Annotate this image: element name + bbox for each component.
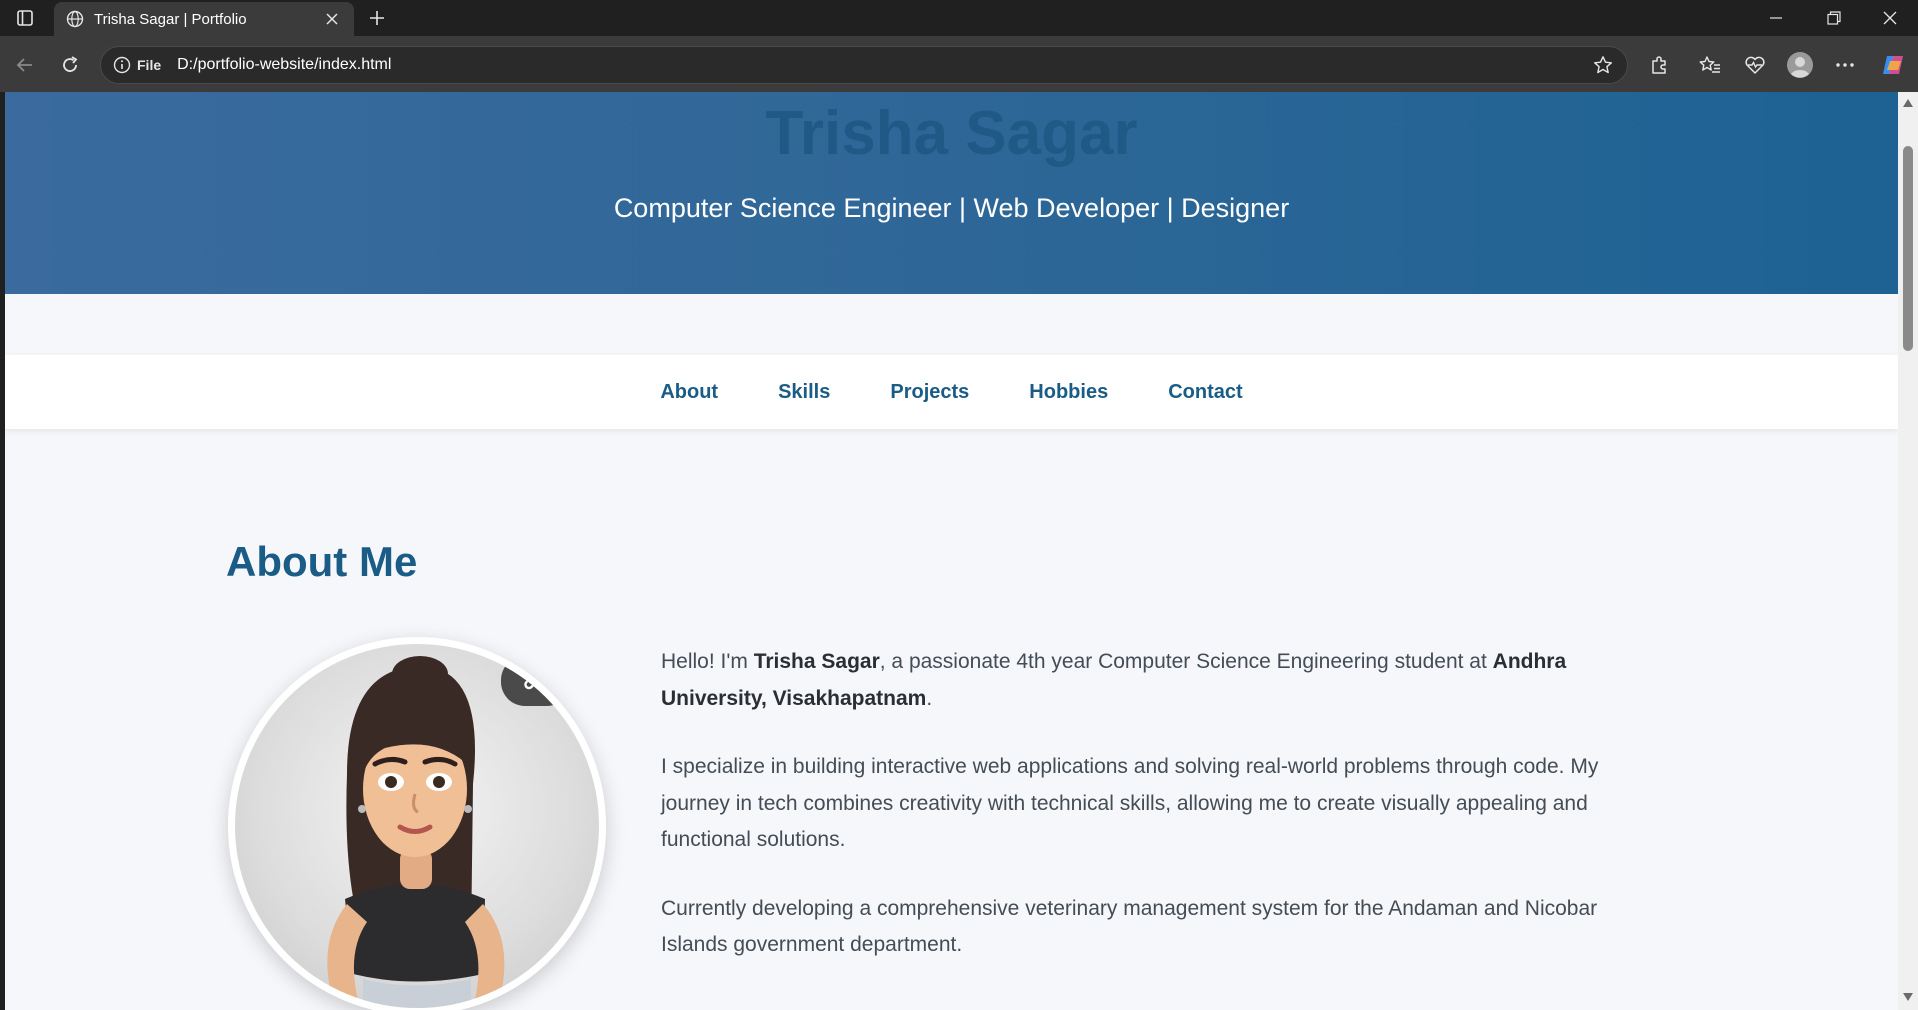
info-icon: [113, 56, 131, 74]
favorites-icon: [1699, 56, 1720, 73]
minimize-icon: [1770, 17, 1782, 19]
add-favorite-button[interactable]: [1591, 53, 1615, 77]
extensions-icon: [1652, 56, 1666, 74]
link-icon: [524, 668, 546, 690]
scroll-up-button[interactable]: [1903, 98, 1913, 108]
chevron-down-icon: [1903, 993, 1913, 1001]
extensions-button[interactable]: [1644, 50, 1674, 80]
intro-text: .: [926, 686, 933, 710]
scroll-thumb[interactable]: [1903, 146, 1913, 351]
site-title: Trisha Sagar: [765, 99, 1138, 168]
reload-icon: [63, 56, 78, 72]
intro-name: Trisha Sagar: [753, 650, 880, 673]
back-icon: [16, 58, 32, 72]
tab-bar: Trisha Sagar | Portfolio: [0, 0, 1918, 36]
profile-button[interactable]: [1785, 50, 1815, 80]
health-icon: [1745, 56, 1765, 74]
copilot-icon: [1883, 56, 1903, 74]
profile-avatar: [228, 637, 606, 1010]
tab-close-button[interactable]: [322, 9, 342, 29]
about-text: Hello! I'm Trisha Sagar, a passionate 4t…: [661, 644, 1661, 996]
favorites-button[interactable]: [1695, 50, 1725, 80]
intro-text: , a passionate 4th year Computer Science…: [879, 650, 1493, 673]
about-intro-paragraph: Hello! I'm Trisha Sagar, a passionate 4t…: [661, 644, 1661, 717]
sidebar-icon: [17, 10, 33, 26]
tab-title: Trisha Sagar | Portfolio: [94, 10, 247, 28]
globe-icon: [66, 10, 84, 28]
nav-link-contact[interactable]: Contact: [1168, 381, 1242, 404]
site-info-label: File: [137, 57, 162, 73]
page-scrollbar[interactable]: [1898, 92, 1918, 1010]
url-text[interactable]: D:/portfolio-website/index.html: [177, 56, 1591, 74]
browser-essentials-button[interactable]: [1740, 50, 1770, 80]
more-icon: [1836, 63, 1854, 67]
site-tagline: Computer Science Engineer | Web Develope…: [613, 193, 1290, 223]
about-skills-paragraph: I specialize in building interactive web…: [661, 755, 1599, 851]
plus-icon: [370, 11, 384, 25]
page-viewport: Trisha Sagar Computer Science Engineer |…: [5, 92, 1898, 1010]
reload-button[interactable]: [55, 50, 85, 80]
main-nav: About Skills Projects Hobbies Contact: [5, 355, 1898, 429]
close-icon: [1883, 11, 1897, 25]
chevron-up-icon: [1903, 99, 1913, 107]
about-heading: About Me: [226, 538, 418, 585]
back-button[interactable]: [10, 50, 40, 80]
profile-icon: [1787, 52, 1813, 78]
avatar-link-badge[interactable]: [501, 656, 571, 706]
nav-link-projects[interactable]: Projects: [890, 381, 969, 404]
nav-link-skills[interactable]: Skills: [778, 381, 830, 404]
settings-and-more-button[interactable]: [1830, 50, 1860, 80]
new-tab-button[interactable]: [364, 6, 390, 30]
minimize-button[interactable]: [1748, 0, 1804, 36]
restore-button[interactable]: [1806, 0, 1862, 36]
close-window-button[interactable]: [1862, 0, 1918, 36]
site-info-button[interactable]: File: [113, 56, 171, 74]
active-tab[interactable]: Trisha Sagar | Portfolio: [54, 2, 354, 36]
nav-link-about[interactable]: About: [660, 381, 718, 404]
close-icon: [326, 13, 338, 25]
site-header: Trisha Sagar Computer Science Engineer |…: [5, 92, 1898, 294]
browser-toolbar: File D:/portfolio-website/index.html: [0, 36, 1918, 92]
tab-actions-button[interactable]: [10, 6, 40, 30]
star-icon: [1594, 56, 1612, 74]
intro-text: Hello! I'm: [661, 650, 754, 673]
address-bar[interactable]: File D:/portfolio-website/index.html: [100, 46, 1628, 84]
scroll-down-button[interactable]: [1903, 992, 1913, 1002]
about-current-paragraph: Currently developing a comprehensive vet…: [661, 896, 1598, 957]
restore-icon: [1827, 11, 1841, 25]
copilot-button[interactable]: [1878, 50, 1908, 80]
nav-link-hobbies[interactable]: Hobbies: [1029, 381, 1108, 404]
